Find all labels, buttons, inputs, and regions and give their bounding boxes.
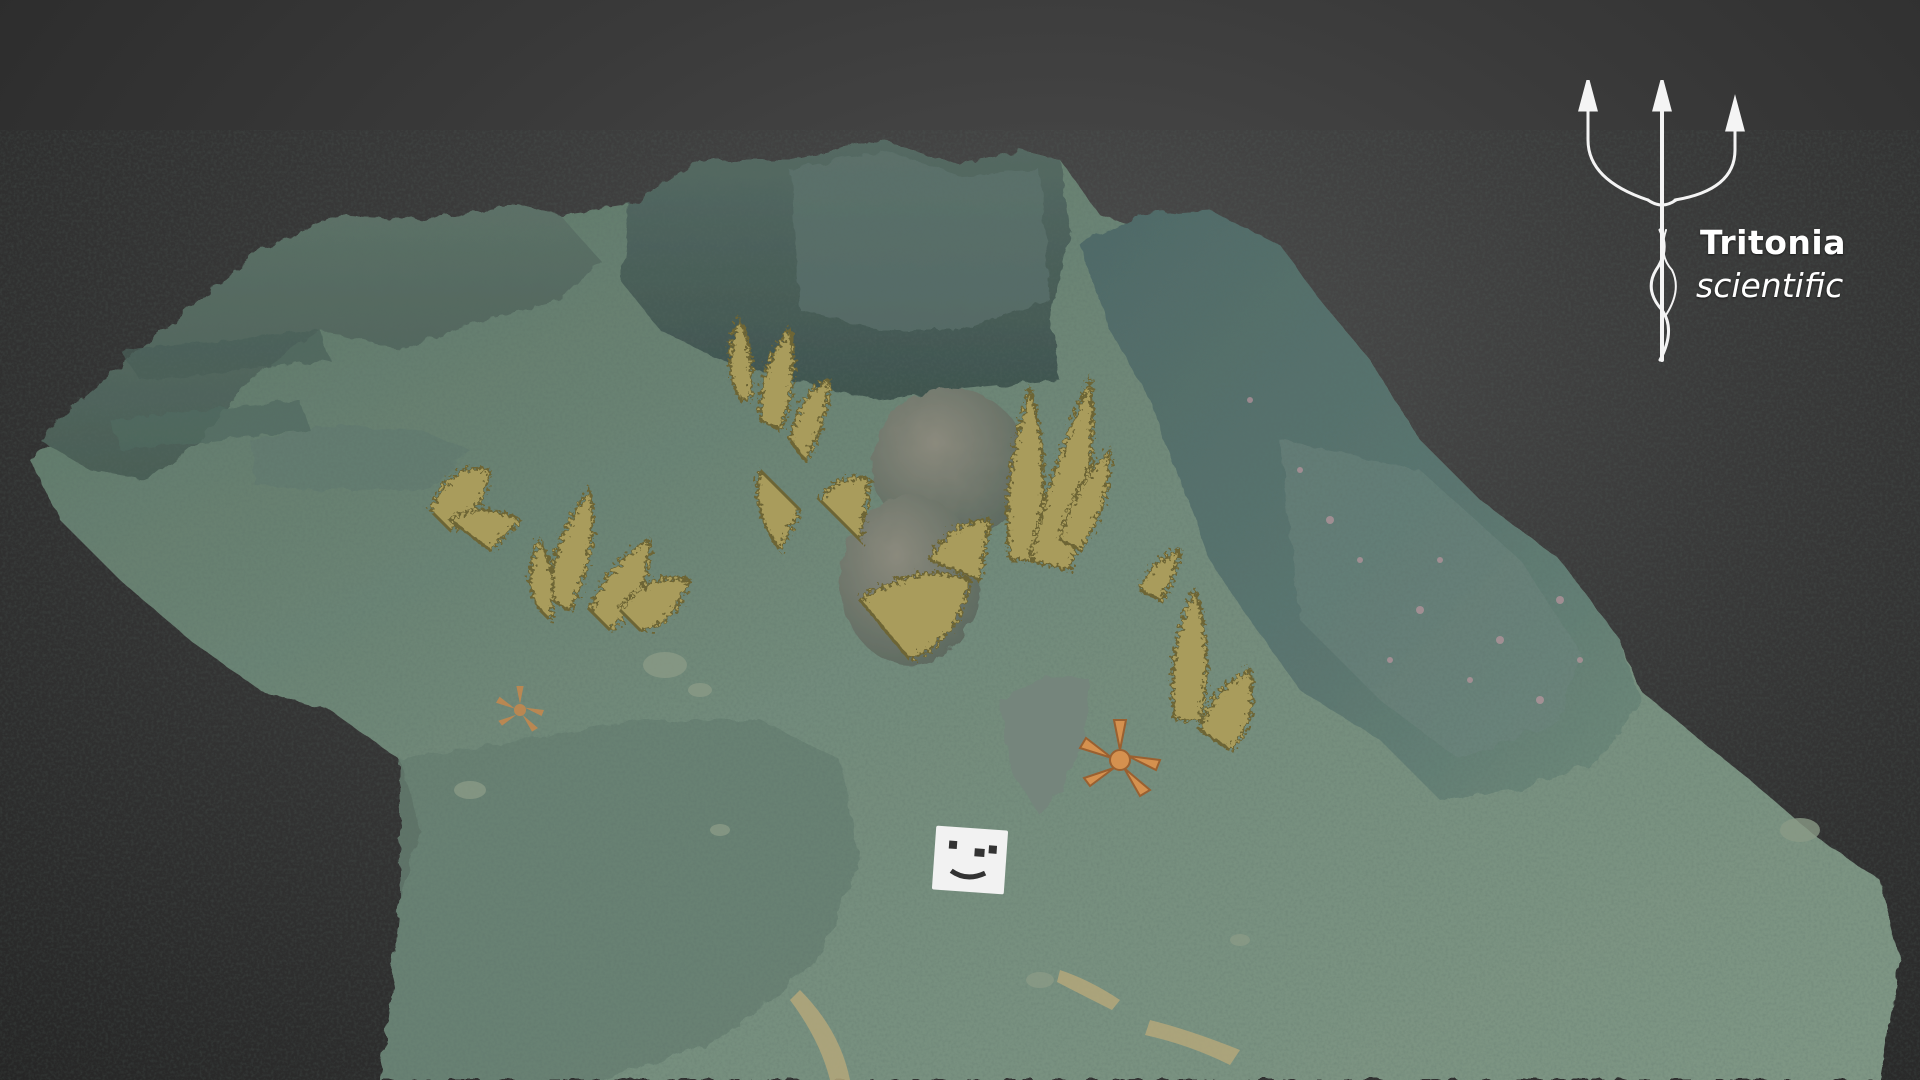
brand-name: Tritonia [1700, 223, 1846, 262]
model-viewport[interactable]: Tritonia scientific [0, 0, 1920, 1080]
brand-logo: Tritonia scientific [1570, 80, 1890, 380]
brand-subtitle: scientific [1696, 266, 1844, 305]
scale-marker [931, 825, 1009, 895]
